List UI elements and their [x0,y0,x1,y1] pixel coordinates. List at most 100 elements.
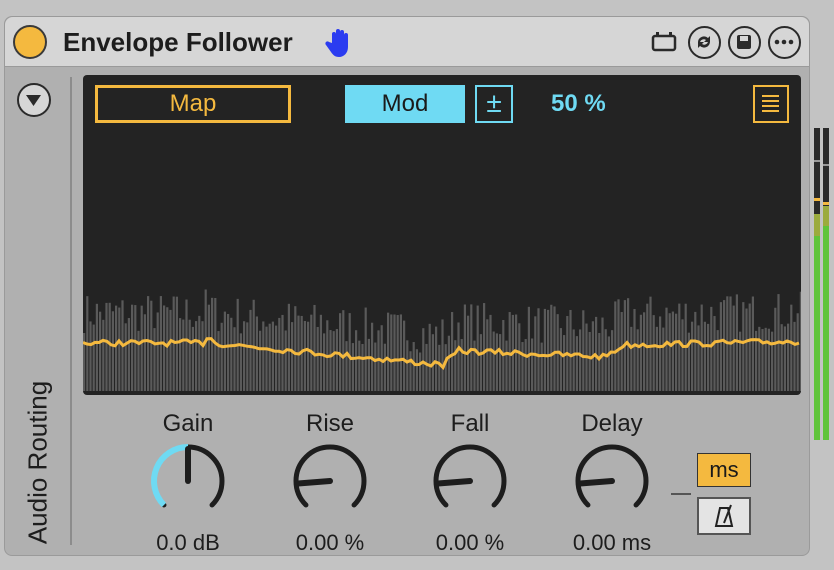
gain-value[interactable]: 0.0 dB [133,530,243,556]
signal-bar [508,312,511,391]
signal-bar [303,320,306,391]
modulation-depth[interactable]: 50 % [551,85,606,123]
sync-mode-button[interactable] [697,497,751,535]
signal-bar [572,329,575,391]
signal-bar [316,326,319,391]
signal-bar [639,314,642,391]
signal-bar [383,343,386,391]
signal-bar [559,328,562,391]
audio-routing-label[interactable]: Audio Routing [23,368,54,558]
map-button[interactable]: Map [95,85,291,123]
signal-bar [406,340,409,391]
signal-bar [659,316,662,391]
rise-label: Rise [305,410,354,437]
signal-bar [707,323,710,391]
signal-bar [732,305,735,391]
bipolar-toggle[interactable]: ± [475,85,513,123]
signal-bar [761,329,764,391]
gain-knob[interactable] [146,439,230,523]
signal-bar [195,321,198,391]
signal-bar [207,304,210,391]
signal-bar [127,318,130,391]
signal-bar [767,328,770,391]
signal-bar [227,313,230,391]
signal-bar [470,304,473,391]
signal-bar [355,330,358,391]
signal-bar [415,349,418,391]
clip-icon[interactable] [647,25,681,59]
delay-value[interactable]: 0.00 ms [557,530,667,556]
signal-bar [764,327,767,391]
signal-bar [463,304,466,391]
signal-bar [620,312,623,391]
signal-bar [479,334,482,391]
signal-bar [323,333,326,391]
signal-bar [163,305,166,391]
signal-bar [262,321,265,391]
signal-bar [636,329,639,391]
envelope-scope [83,289,801,391]
signal-bar [604,329,607,391]
rise-value[interactable]: 0.00 % [275,530,385,556]
hot-swap-icon[interactable] [687,25,721,59]
device-power-button[interactable] [13,25,47,59]
fall-knob-group: Fall 0.00 % [415,409,525,556]
rise-knob[interactable] [288,439,372,523]
signal-bar [156,312,159,391]
signal-bar [787,323,790,391]
signal-bar [447,335,450,391]
signal-bar [460,339,463,391]
signal-bar [89,321,92,391]
signal-bar [780,324,783,391]
signal-bar [102,319,105,391]
signal-bar [393,314,396,391]
signal-bar [486,319,489,391]
signal-bar [182,319,185,391]
list-icon [762,95,779,112]
signal-bar [633,308,636,391]
signal-bar [742,302,745,391]
signal-bar [252,299,255,391]
signal-bar [396,315,399,391]
signal-bar [319,314,322,391]
delay-label: Delay [581,410,643,437]
signal-bar [140,305,143,391]
signal-bar [611,330,614,391]
signal-bar [134,305,137,391]
mod-button[interactable]: Mod [345,85,465,123]
signal-bar [473,340,476,391]
fall-value[interactable]: 0.00 % [415,530,525,556]
signal-bar [713,316,716,391]
signal-bar [179,318,182,391]
signal-bar [675,313,678,391]
more-options-icon[interactable] [767,25,801,59]
signal-bar [700,304,703,391]
device-title-bar: Envelope Follower [5,17,809,67]
knob-track [433,444,507,508]
signal-bar [796,313,799,391]
signal-bar [553,306,556,391]
envelope-follower-device: Envelope Follower Audio Routing Map Mod … [4,16,810,556]
list-menu-button[interactable] [753,85,789,123]
signal-bar [403,320,406,391]
collapse-toggle[interactable] [17,83,51,117]
signal-bar [527,306,530,391]
ms-mode-button[interactable]: ms [697,453,751,487]
signal-bar [131,304,134,391]
delay-knob[interactable] [570,439,654,523]
signal-bar [495,333,498,391]
hand-icon [325,29,348,57]
signal-bar [390,314,393,391]
signal-bar [758,326,761,391]
signal-bar [435,326,438,391]
signal-bar [489,314,492,391]
signal-bar [243,321,246,391]
signal-bar [307,321,310,391]
signal-bar [166,307,169,391]
save-preset-icon[interactable] [727,25,761,59]
signal-bar [223,311,226,391]
signal-bar [655,326,658,391]
fall-knob[interactable] [428,439,512,523]
signal-bar [607,336,610,391]
signal-bar [537,308,540,391]
